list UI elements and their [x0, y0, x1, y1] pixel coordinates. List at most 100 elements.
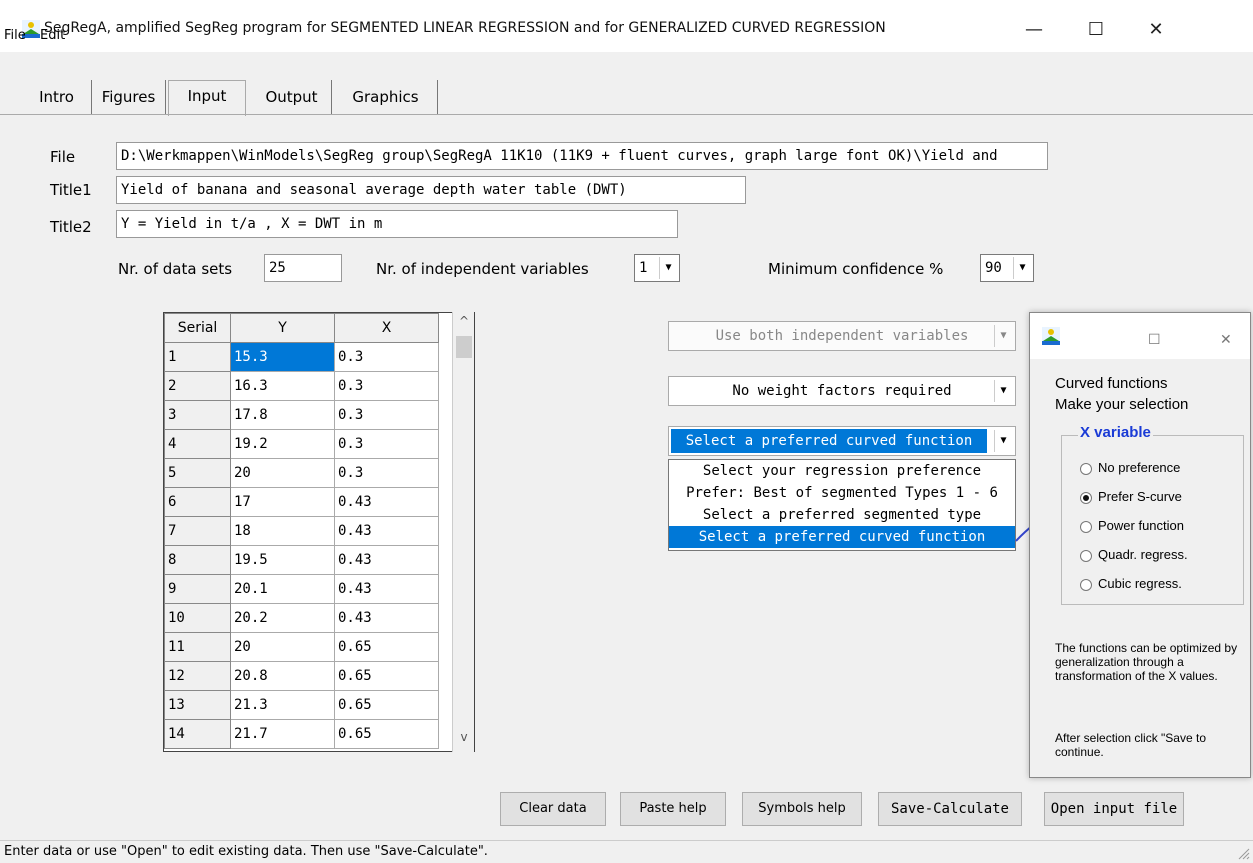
nr-indep-vars-select[interactable]: 1 ▼: [634, 254, 680, 282]
x-value-cell[interactable]: 0.3: [334, 429, 439, 459]
x-value-cell[interactable]: 0.3: [334, 371, 439, 401]
close-button[interactable]: ✕: [1136, 12, 1176, 48]
x-value-cell[interactable]: 0.3: [334, 342, 439, 372]
radio-icon[interactable]: [1080, 549, 1092, 562]
symbols-help-button[interactable]: Symbols help: [742, 792, 862, 826]
radio-icon[interactable]: [1080, 578, 1092, 591]
column-header-y[interactable]: Y: [230, 313, 335, 343]
scroll-thumb[interactable]: [456, 336, 472, 358]
table-row[interactable]: 8 19.5 0.43: [164, 545, 439, 575]
y-value-cell[interactable]: 17.8: [230, 400, 335, 430]
menu-file[interactable]: File: [4, 28, 26, 43]
dropdown-item-regression-preference[interactable]: Select your regression preference: [669, 460, 1015, 482]
paste-help-button[interactable]: Paste help: [620, 792, 726, 826]
tab-intro[interactable]: Intro: [22, 80, 92, 114]
x-value-cell[interactable]: 0.43: [334, 603, 439, 633]
y-value-cell[interactable]: 21.7: [230, 719, 335, 749]
menu-edit[interactable]: Edit: [40, 28, 65, 43]
y-value-cell[interactable]: 16.3: [230, 371, 335, 401]
radio-prefer-s-curve[interactable]: Prefer S-curve: [1080, 489, 1182, 509]
grid-scrollbar[interactable]: ^ v: [452, 312, 474, 752]
column-header-x[interactable]: X: [334, 313, 439, 343]
table-row[interactable]: 7 18 0.43: [164, 516, 439, 546]
y-value-cell[interactable]: 20.8: [230, 661, 335, 691]
chevron-down-icon[interactable]: ▼: [994, 325, 1012, 347]
serial-cell: 1: [164, 342, 231, 372]
dropdown-item-curved-function[interactable]: Select a preferred curved function: [669, 526, 1015, 548]
indep-vars-combo[interactable]: Use both independent variables ▼: [668, 321, 1016, 351]
x-value-cell[interactable]: 0.43: [334, 574, 439, 604]
weights-combo[interactable]: No weight factors required ▼: [668, 376, 1016, 406]
y-value-cell[interactable]: 21.3: [230, 690, 335, 720]
regression-preference-combo[interactable]: Select a preferred curved function ▼: [668, 426, 1016, 456]
dropdown-item-best-segmented[interactable]: Prefer: Best of segmented Types 1 - 6: [669, 482, 1015, 504]
table-row[interactable]: 12 20.8 0.65: [164, 661, 439, 691]
table-row[interactable]: 2 16.3 0.3: [164, 371, 439, 401]
table-row[interactable]: 3 17.8 0.3: [164, 400, 439, 430]
serial-cell: 4: [164, 429, 231, 459]
dropdown-item-segmented-type[interactable]: Select a preferred segmented type: [669, 504, 1015, 526]
nr-data-sets-field[interactable]: 25: [264, 254, 342, 282]
table-row[interactable]: 9 20.1 0.43: [164, 574, 439, 604]
y-value-cell[interactable]: 20.1: [230, 574, 335, 604]
x-value-cell[interactable]: 0.43: [334, 516, 439, 546]
x-value-cell[interactable]: 0.65: [334, 719, 439, 749]
x-value-cell[interactable]: 0.3: [334, 458, 439, 488]
radio-label: Cubic regress.: [1098, 576, 1182, 591]
radio-power-function[interactable]: Power function: [1080, 518, 1184, 538]
y-value-cell[interactable]: 19.2: [230, 429, 335, 459]
title2-label: Title2: [50, 218, 92, 236]
tab-input[interactable]: Input: [168, 80, 246, 116]
x-value-cell[interactable]: 0.43: [334, 545, 439, 575]
radio-icon[interactable]: [1080, 520, 1092, 533]
table-row[interactable]: 14 21.7 0.65: [164, 719, 439, 749]
tab-figures[interactable]: Figures: [92, 80, 166, 114]
y-value-cell[interactable]: 20.2: [230, 603, 335, 633]
y-value-cell[interactable]: 20: [230, 458, 335, 488]
table-row[interactable]: 5 20 0.3: [164, 458, 439, 488]
table-row[interactable]: 6 17 0.43: [164, 487, 439, 517]
y-value-cell[interactable]: 20: [230, 632, 335, 662]
resize-grip-icon[interactable]: [1236, 846, 1250, 860]
x-value-cell[interactable]: 0.3: [334, 400, 439, 430]
maximize-button[interactable]: ☐: [1076, 12, 1116, 48]
chevron-down-icon[interactable]: ▼: [994, 430, 1012, 452]
column-header-serial[interactable]: Serial: [164, 313, 231, 343]
dialog-close-button[interactable]: ✕: [1220, 331, 1232, 348]
min-confidence-select[interactable]: 90 ▼: [980, 254, 1034, 282]
table-row[interactable]: 11 20 0.65: [164, 632, 439, 662]
chevron-down-icon[interactable]: ▼: [659, 257, 677, 279]
x-value-cell[interactable]: 0.65: [334, 661, 439, 691]
dialog-maximize-button[interactable]: ☐: [1148, 331, 1161, 348]
table-row[interactable]: 10 20.2 0.43: [164, 603, 439, 633]
x-value-cell[interactable]: 0.43: [334, 487, 439, 517]
table-row[interactable]: 13 21.3 0.65: [164, 690, 439, 720]
table-row[interactable]: 1 15.3 0.3: [164, 342, 439, 372]
tab-graphics[interactable]: Graphics: [334, 80, 438, 114]
clear-data-button[interactable]: Clear data: [500, 792, 606, 826]
minimize-button[interactable]: —: [1014, 12, 1054, 48]
file-path-field[interactable]: D:\Werkmappen\WinModels\SegReg group\Seg…: [116, 142, 1048, 170]
chevron-down-icon[interactable]: ▼: [994, 380, 1012, 402]
y-value-cell[interactable]: 19.5: [230, 545, 335, 575]
data-grid[interactable]: Serial Y X 1 15.3 0.3 2 16.3 0.3 3 17.8 0.3 4 19.2…: [163, 312, 475, 752]
y-value-cell[interactable]: 15.3: [230, 342, 335, 372]
save-calculate-button[interactable]: Save-Calculate: [878, 792, 1022, 826]
tab-output[interactable]: Output: [252, 80, 332, 114]
title2-field[interactable]: Y = Yield in t/a , X = DWT in m: [116, 210, 678, 238]
radio-checked-icon[interactable]: [1080, 491, 1092, 504]
radio-cubic-regress[interactable]: Cubic regress.: [1080, 576, 1182, 596]
open-input-file-button[interactable]: Open input file: [1044, 792, 1184, 826]
radio-quadr-regress[interactable]: Quadr. regress.: [1080, 547, 1188, 567]
table-row[interactable]: 4 19.2 0.3: [164, 429, 439, 459]
y-value-cell[interactable]: 17: [230, 487, 335, 517]
x-value-cell[interactable]: 0.65: [334, 632, 439, 662]
radio-no-preference[interactable]: No preference: [1080, 460, 1180, 480]
scroll-down-icon[interactable]: v: [453, 730, 475, 744]
chevron-down-icon[interactable]: ▼: [1013, 257, 1031, 279]
title1-field[interactable]: Yield of banana and seasonal average dep…: [116, 176, 746, 204]
scroll-up-icon[interactable]: ^: [453, 314, 475, 328]
radio-icon[interactable]: [1080, 462, 1092, 475]
y-value-cell[interactable]: 18: [230, 516, 335, 546]
x-value-cell[interactable]: 0.65: [334, 690, 439, 720]
